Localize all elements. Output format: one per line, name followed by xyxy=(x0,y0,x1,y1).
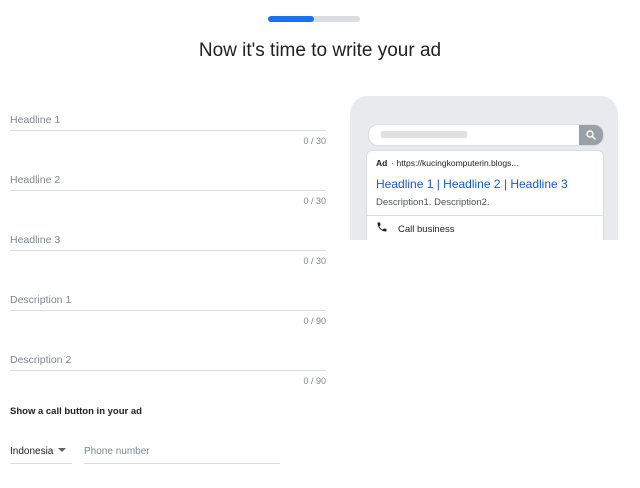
call-button-heading: Show a call button in your ad xyxy=(10,406,142,417)
dropdown-arrow-icon xyxy=(58,448,66,452)
ad-url-line: Ad · https://kucingkomputerin.blogs... xyxy=(376,158,518,168)
country-value: Indonesia xyxy=(10,446,54,457)
progress-fill xyxy=(268,16,314,22)
headline-1-counter: 0 / 30 xyxy=(303,136,326,146)
ad-label: Ad xyxy=(376,158,388,168)
field-underline xyxy=(10,463,72,464)
phone-number-input[interactable]: Phone number xyxy=(84,444,280,464)
preview-search-bar xyxy=(368,124,604,146)
description-1-field[interactable]: Description 1 0 / 90 xyxy=(10,294,326,334)
field-underline xyxy=(84,463,280,464)
ad-headline: Headline 1 | Headline 2 | Headline 3 xyxy=(376,177,568,191)
description-1-placeholder: Description 1 xyxy=(10,294,72,306)
headline-2-placeholder: Headline 2 xyxy=(10,174,61,186)
description-1-counter: 0 / 90 xyxy=(303,316,326,326)
country-select[interactable]: Indonesia xyxy=(10,444,72,464)
ad-preview-card: Ad · https://kucingkomputerin.blogs... He… xyxy=(366,150,604,240)
description-2-counter: 0 / 90 xyxy=(303,376,326,386)
search-icon xyxy=(579,125,603,145)
description-2-placeholder: Description 2 xyxy=(10,354,72,366)
phone-number-placeholder: Phone number xyxy=(84,446,150,457)
field-underline xyxy=(10,250,326,251)
field-underline xyxy=(10,310,326,311)
headline-2-counter: 0 / 30 xyxy=(303,196,326,206)
ad-url: · https://kucingkomputerin.blogs... xyxy=(391,158,519,168)
divider xyxy=(367,215,603,216)
field-underline xyxy=(10,190,326,191)
page-title: Now it's time to write your ad xyxy=(198,40,442,61)
headline-1-placeholder: Headline 1 xyxy=(10,114,61,126)
headline-3-placeholder: Headline 3 xyxy=(10,234,61,246)
headline-2-field[interactable]: Headline 2 0 / 30 xyxy=(10,174,326,214)
field-underline xyxy=(10,370,326,371)
phone-icon xyxy=(376,220,388,238)
headline-3-counter: 0 / 30 xyxy=(303,256,326,266)
ad-preview-phone: Ad · https://kucingkomputerin.blogs... He… xyxy=(350,96,618,240)
ad-description: Description1. Description2. xyxy=(376,197,490,208)
progress-bar xyxy=(268,16,360,22)
headline-3-field[interactable]: Headline 3 0 / 30 xyxy=(10,234,326,274)
call-business-label: Call business xyxy=(398,223,455,235)
call-business-row: Call business xyxy=(376,221,455,237)
headline-1-field[interactable]: Headline 1 0 / 30 xyxy=(10,114,326,154)
description-2-field[interactable]: Description 2 0 / 90 xyxy=(10,354,326,394)
field-underline xyxy=(10,130,326,131)
search-placeholder-bar xyxy=(381,131,467,138)
